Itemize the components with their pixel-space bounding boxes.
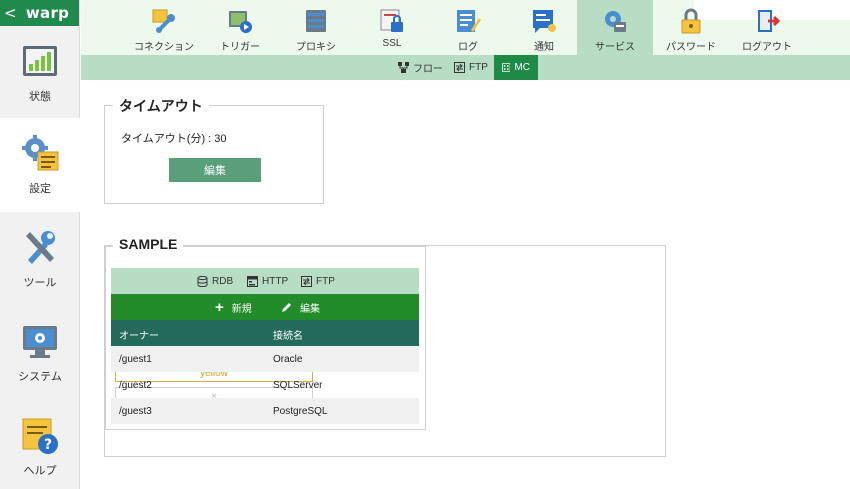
sample-tab-label: HTTP: [262, 275, 289, 287]
sample-tab-rdb[interactable]: RDB: [197, 268, 233, 294]
sample-protocol-bar: RDB HTTP FTP: [111, 268, 419, 294]
nav-label: ログ: [458, 42, 478, 53]
ftp-icon: [301, 275, 312, 287]
back-chevron-icon[interactable]: <: [4, 4, 17, 22]
cell-owner: /guest3: [119, 406, 152, 417]
subnav-label: FTP: [469, 62, 488, 73]
sidebar: < warp 状態 設定 ツール システム ? ヘルプ: [0, 0, 80, 489]
nav-label: 通知: [534, 42, 554, 53]
nav-log[interactable]: ログ: [430, 0, 506, 55]
notify-icon: [533, 10, 556, 33]
database-icon: [197, 275, 208, 287]
service-icon: [605, 11, 626, 32]
chart-icon: [23, 46, 57, 76]
proxy-icon: [306, 10, 326, 32]
nav-password[interactable]: パスワード: [653, 0, 729, 55]
subnav-label: フロー: [413, 64, 443, 75]
sidebar-item-label: システム: [18, 371, 62, 383]
subnav-flow[interactable]: フロー: [390, 55, 451, 80]
nav-label: パスワード: [666, 42, 716, 53]
sample-legend: SAMPLE: [113, 236, 184, 252]
subnav-mc[interactable]: MC: [494, 55, 538, 80]
sidebar-item-settings[interactable]: 設定: [0, 118, 80, 212]
column-header-connection-name: 接続名: [273, 331, 303, 342]
sample-tab-http[interactable]: HTTP: [247, 268, 288, 294]
ftp-icon: [454, 62, 465, 73]
top-nav: コネクション トリガー プロキシ SSL ログ 通知 サービス パスワード ログ…: [81, 0, 850, 55]
column-header-owner: オーナー: [119, 331, 159, 342]
ssl-icon: [380, 9, 403, 32]
sample-edit-button[interactable]: 編集: [281, 294, 320, 320]
tools-icon: [26, 231, 55, 264]
table-row[interactable]: /guest2 SQLServer: [111, 372, 419, 398]
nav-label: ログアウト: [742, 42, 792, 53]
cell-owner: /guest1: [119, 354, 152, 365]
logout-icon: [758, 10, 780, 32]
style-fieldset: スタイル black blue green red yellow × SAMPL…: [104, 236, 666, 457]
plus-icon: +: [215, 298, 224, 316]
sample-edit-label: 編集: [300, 303, 320, 315]
table-row[interactable]: /guest3 PostgreSQL: [111, 398, 419, 424]
flow-icon: [398, 62, 409, 73]
cell-connection-name: SQLServer: [273, 380, 323, 391]
nav-label: SSL: [382, 38, 402, 49]
nav-label: トリガー: [220, 42, 260, 53]
nav-proxy[interactable]: プロキシ: [278, 0, 354, 55]
nav-notify[interactable]: 通知: [506, 0, 582, 55]
sidebar-item-status[interactable]: 状態: [0, 26, 80, 120]
sidebar-item-tools[interactable]: ツール: [0, 212, 80, 306]
brand-header[interactable]: < warp: [0, 0, 79, 26]
nav-connection[interactable]: コネクション: [126, 0, 202, 55]
gear-icon: [22, 135, 59, 171]
timeout-legend: タイムアウト: [113, 96, 209, 116]
sidebar-item-label: 設定: [29, 183, 51, 195]
sidebar-item-help[interactable]: ? ヘルプ: [0, 400, 80, 489]
sample-tab-label: RDB: [212, 275, 234, 287]
nav-label: コネクション: [134, 42, 194, 53]
table-row[interactable]: /guest1 Oracle: [111, 346, 419, 372]
http-icon: [247, 275, 258, 287]
password-icon: [681, 8, 701, 34]
mc-icon: [502, 63, 511, 72]
log-icon: [457, 10, 481, 32]
app-title: warp: [25, 4, 70, 22]
help-icon: ?: [22, 418, 58, 454]
sample-tab-ftp[interactable]: FTP: [301, 268, 335, 294]
nav-logout[interactable]: ログアウト: [729, 0, 805, 55]
sample-new-label: 新規: [231, 303, 252, 315]
cell-connection-name: PostgreSQL: [273, 406, 328, 417]
nav-label: プロキシ: [296, 42, 336, 53]
subnav-label: MC: [514, 62, 530, 73]
cell-connection-name: Oracle: [273, 354, 303, 365]
pencil-icon: [282, 302, 291, 312]
nav-ssl[interactable]: SSL: [354, 0, 430, 55]
sidebar-item-label: ツール: [23, 277, 57, 289]
sample-table-header: オーナー 接続名: [111, 320, 419, 346]
sample-fieldset: SAMPLE RDB HTTP FTP + 新規 編集 オーナー 接続名 /gu…: [105, 236, 426, 430]
timeout-value-text: タイムアウト(分) : 30: [121, 133, 227, 145]
sub-nav: フロー FTP MC: [81, 55, 850, 80]
timeout-edit-button[interactable]: 編集: [169, 158, 261, 182]
sample-new-button[interactable]: + 新規: [215, 294, 252, 320]
connection-icon: [152, 9, 175, 33]
sample-action-bar: + 新規 編集: [111, 294, 419, 320]
cell-owner: /guest2: [119, 380, 152, 391]
sidebar-item-system[interactable]: システム: [0, 306, 80, 400]
svg-text:?: ?: [44, 437, 52, 453]
sample-tab-label: FTP: [316, 275, 335, 287]
sidebar-item-label: 状態: [29, 91, 51, 103]
nav-service[interactable]: サービス: [577, 0, 653, 55]
nav-trigger[interactable]: トリガー: [202, 0, 278, 55]
subnav-ftp[interactable]: FTP: [446, 55, 496, 80]
trigger-icon: [229, 11, 252, 33]
monitor-icon: [23, 326, 57, 358]
timeout-fieldset: タイムアウト タイムアウト(分) : 30 編集: [104, 96, 324, 204]
sidebar-item-label: ヘルプ: [23, 465, 57, 477]
nav-label: サービス: [595, 42, 635, 53]
